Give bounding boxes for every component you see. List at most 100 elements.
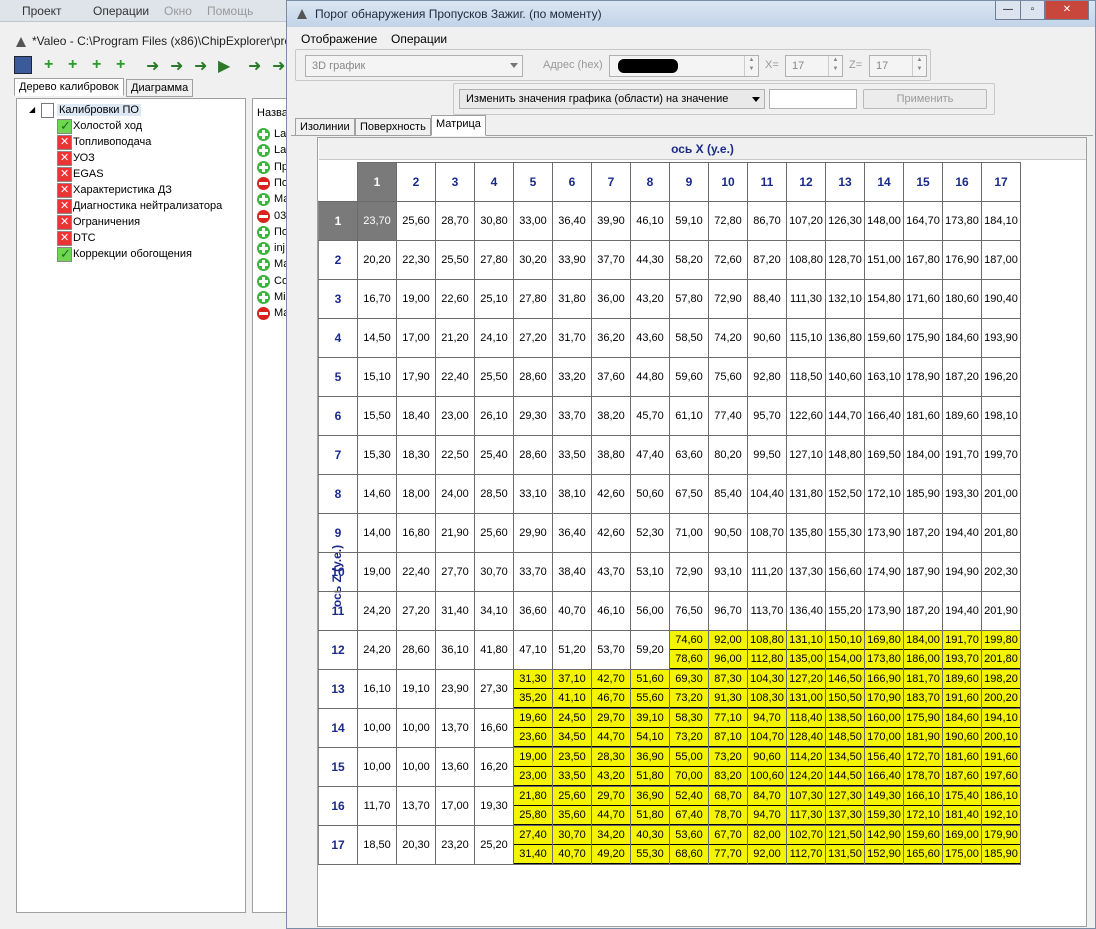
matrix-cell[interactable]: 150,10 154,00 bbox=[825, 630, 865, 670]
matrix-cell[interactable]: 59,60 bbox=[669, 357, 709, 397]
matrix-cell[interactable]: 80,20 bbox=[708, 435, 748, 475]
matrix-cell[interactable]: 140,60 bbox=[825, 357, 865, 397]
matrix-cell[interactable]: 17,90 bbox=[396, 357, 436, 397]
matrix-cell[interactable]: 13,70 bbox=[435, 708, 475, 748]
matrix-cell[interactable]: 14,50 bbox=[357, 318, 397, 358]
matrix-cell[interactable]: 189,60 191,60 bbox=[942, 669, 982, 709]
matrix-cell[interactable]: 71,00 bbox=[669, 513, 709, 553]
matrix-cell[interactable]: 43,60 bbox=[630, 318, 670, 358]
matrix-cell[interactable]: 25,60 35,60 bbox=[552, 786, 592, 826]
matrix-cell[interactable]: 28,30 43,20 bbox=[591, 747, 631, 787]
matrix-cell[interactable]: 114,20 124,20 bbox=[786, 747, 826, 787]
matrix-cell[interactable]: 86,70 bbox=[747, 201, 787, 241]
matrix-cell[interactable]: 16,80 bbox=[396, 513, 436, 553]
x-header[interactable]: 11 bbox=[747, 162, 787, 202]
matrix-cell[interactable]: 21,20 bbox=[435, 318, 475, 358]
matrix-cell[interactable]: 16,10 bbox=[357, 669, 397, 709]
matrix-cell[interactable]: 72,80 bbox=[708, 201, 748, 241]
matrix-cell[interactable]: 58,30 73,20 bbox=[669, 708, 709, 748]
matrix-cell[interactable]: 90,60 100,60 bbox=[747, 747, 787, 787]
maximize-icon[interactable]: ▫ bbox=[1020, 1, 1045, 20]
matrix-cell[interactable]: 178,90 bbox=[903, 357, 943, 397]
matrix-cell[interactable]: 201,00 bbox=[981, 474, 1021, 514]
matrix-cell[interactable]: 38,40 bbox=[552, 552, 592, 592]
matrix-cell[interactable]: 108,80 bbox=[786, 240, 826, 280]
matrix-cell[interactable]: 58,50 bbox=[669, 318, 709, 358]
matrix-cell[interactable]: 160,00 170,00 bbox=[864, 708, 904, 748]
matrix-cell[interactable]: 67,50 bbox=[669, 474, 709, 514]
matrix-cell[interactable]: 52,30 bbox=[630, 513, 670, 553]
matrix-cell[interactable]: 25,50 bbox=[474, 357, 514, 397]
z-header[interactable]: 15 bbox=[318, 747, 358, 787]
matrix-cell[interactable]: 169,00 175,00 bbox=[942, 825, 982, 865]
matrix-cell[interactable]: 187,00 bbox=[981, 240, 1021, 280]
matrix-cell[interactable]: 31,30 35,20 bbox=[513, 669, 553, 709]
z-header[interactable]: 3 bbox=[318, 279, 358, 319]
x-header[interactable]: 15 bbox=[903, 162, 943, 202]
z-header[interactable]: 9 bbox=[318, 513, 358, 553]
matrix-cell[interactable]: 22,50 bbox=[435, 435, 475, 475]
matrix-cell[interactable]: 166,40 bbox=[864, 396, 904, 436]
matrix-cell[interactable]: 190,40 bbox=[981, 279, 1021, 319]
matrix-cell[interactable]: 33,50 bbox=[552, 435, 592, 475]
matrix-cell[interactable]: 16,60 bbox=[474, 708, 514, 748]
matrix-cell[interactable]: 28,60 bbox=[396, 630, 436, 670]
matrix-cell[interactable]: 199,70 bbox=[981, 435, 1021, 475]
matrix-cell[interactable]: 127,20 131,00 bbox=[786, 669, 826, 709]
x-header[interactable]: 7 bbox=[591, 162, 631, 202]
matrix-cell[interactable]: 90,60 bbox=[747, 318, 787, 358]
matrix-cell[interactable]: 25,20 bbox=[474, 825, 514, 865]
add-icon[interactable]: + bbox=[44, 56, 62, 74]
tab-surface[interactable]: Поверхность bbox=[355, 118, 431, 136]
matrix-cell[interactable]: 68,70 78,70 bbox=[708, 786, 748, 826]
matrix-cell[interactable]: 202,30 bbox=[981, 552, 1021, 592]
matrix-cell[interactable]: 21,80 25,80 bbox=[513, 786, 553, 826]
matrix-cell[interactable]: 36,00 bbox=[591, 279, 631, 319]
x-header[interactable]: 6 bbox=[552, 162, 592, 202]
matrix-cell[interactable]: 23,20 bbox=[435, 825, 475, 865]
matrix-cell[interactable]: 77,40 bbox=[708, 396, 748, 436]
matrix-cell[interactable]: 10,00 bbox=[357, 708, 397, 748]
matrix-cell[interactable]: 199,80 201,80 bbox=[981, 630, 1021, 670]
matrix-cell[interactable]: 30,20 bbox=[513, 240, 553, 280]
matrix-cell[interactable]: 26,10 bbox=[474, 396, 514, 436]
matrix-cell[interactable]: 28,60 bbox=[513, 435, 553, 475]
matrix-cell[interactable]: 45,70 bbox=[630, 396, 670, 436]
matrix-cell[interactable]: 74,60 78,60 bbox=[669, 630, 709, 670]
matrix-cell[interactable]: 132,10 bbox=[825, 279, 865, 319]
matrix-cell[interactable]: 30,80 bbox=[474, 201, 514, 241]
z-header[interactable]: 14 bbox=[318, 708, 358, 748]
matrix-cell[interactable]: 201,80 bbox=[981, 513, 1021, 553]
matrix-cell[interactable]: 131,10 135,00 bbox=[786, 630, 826, 670]
add-3-icon[interactable]: + bbox=[116, 56, 134, 74]
matrix-cell[interactable]: 30,70 bbox=[474, 552, 514, 592]
matrix-cell[interactable]: 113,70 bbox=[747, 591, 787, 631]
matrix-cell[interactable]: 23,90 bbox=[435, 669, 475, 709]
matrix-cell[interactable]: 84,70 94,70 bbox=[747, 786, 787, 826]
x-header[interactable]: 16 bbox=[942, 162, 982, 202]
matrix-cell[interactable]: 92,00 96,00 bbox=[708, 630, 748, 670]
matrix-cell[interactable]: 85,40 bbox=[708, 474, 748, 514]
matrix-cell[interactable]: 17,00 bbox=[435, 786, 475, 826]
menu-window[interactable]: Окно bbox=[164, 4, 192, 18]
matrix-cell[interactable]: 38,20 bbox=[591, 396, 631, 436]
matrix-cell[interactable]: 128,70 bbox=[825, 240, 865, 280]
matrix-cell[interactable]: 34,20 49,20 bbox=[591, 825, 631, 865]
matrix-cell[interactable]: 10,00 bbox=[396, 747, 436, 787]
matrix-cell[interactable]: 59,20 bbox=[630, 630, 670, 670]
matrix-cell[interactable]: 194,10 200,10 bbox=[981, 708, 1021, 748]
matrix-cell[interactable]: 37,70 bbox=[591, 240, 631, 280]
matrix-cell[interactable]: 33,70 bbox=[513, 552, 553, 592]
matrix-cell[interactable]: 127,10 bbox=[786, 435, 826, 475]
matrix-cell[interactable]: 181,60 bbox=[903, 396, 943, 436]
matrix-cell[interactable]: 36,60 bbox=[513, 591, 553, 631]
matrix-cell[interactable]: 31,70 bbox=[552, 318, 592, 358]
matrix-cell[interactable]: 87,30 91,30 bbox=[708, 669, 748, 709]
tab-isolines[interactable]: Изолинии bbox=[295, 118, 355, 136]
matrix-cell[interactable]: 18,00 bbox=[396, 474, 436, 514]
matrix-cell[interactable]: 121,50 131,50 bbox=[825, 825, 865, 865]
matrix-cell[interactable]: 39,10 54,10 bbox=[630, 708, 670, 748]
matrix-cell[interactable]: 107,20 bbox=[786, 201, 826, 241]
tab-calibration-tree[interactable]: Дерево калибровок bbox=[14, 78, 124, 96]
matrix-cell[interactable]: 37,60 bbox=[591, 357, 631, 397]
